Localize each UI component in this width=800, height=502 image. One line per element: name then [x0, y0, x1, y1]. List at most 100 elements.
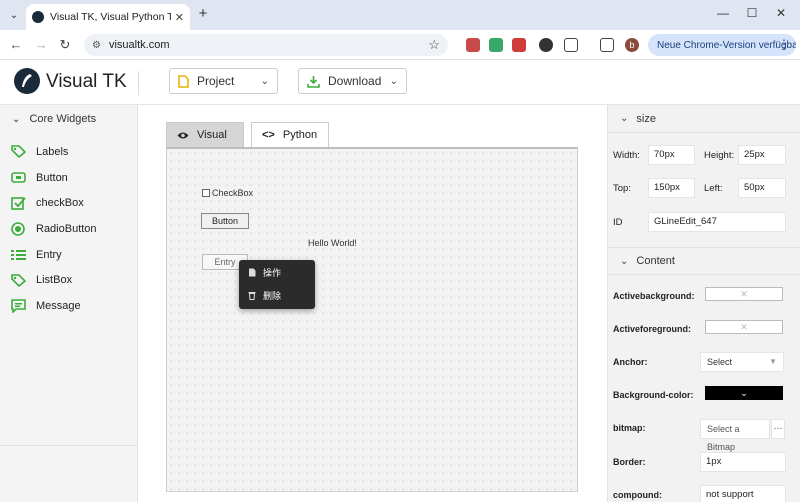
address-bar[interactable]: ⚙ visualtk.com ☆ — [84, 34, 448, 56]
tab-label: Visual — [197, 129, 227, 141]
sidebar-item-label: RadioButton — [36, 222, 97, 235]
content-section-header[interactable]: ⌄ Content — [608, 247, 800, 275]
sidebar-item-message[interactable]: Message — [10, 293, 97, 319]
radio-icon — [10, 222, 26, 236]
sidebar-item-entry[interactable]: Entry — [10, 242, 97, 268]
file-icon — [178, 74, 189, 88]
activebackground-color-picker[interactable]: ✕ — [705, 287, 783, 301]
back-icon[interactable]: ← — [7, 36, 25, 54]
visualtk-logo-icon — [14, 68, 40, 94]
tab-label: Python — [282, 129, 318, 141]
top-input[interactable]: 150px — [648, 178, 695, 198]
forward-icon[interactable]: → — [32, 36, 50, 54]
chevron-down-icon: ⌄ — [260, 75, 269, 87]
chevron-down-icon: ⌄ — [620, 255, 629, 267]
context-menu-item-delete[interactable]: 删除 — [239, 285, 315, 306]
anchor-select[interactable]: Select ▼ — [700, 352, 784, 372]
background-color-picker[interactable]: ⌄ — [705, 386, 783, 400]
sidebar-item-button[interactable]: Button — [10, 165, 97, 191]
app-header: Visual TK Project ⌄ Download ⌄ — [0, 61, 800, 105]
browser-toolbar: ← → ↻ ⚙ visualtk.com ☆ b Neue Chrome-Ver… — [0, 30, 800, 60]
context-menu: 操作 删除 — [239, 260, 315, 309]
checkbox-widget-label: CheckBox — [212, 188, 254, 198]
side-panel-icon[interactable] — [600, 38, 614, 52]
maximize-icon[interactable]: ☐ — [744, 6, 760, 20]
canvas-button-widget[interactable]: Button — [201, 213, 249, 229]
tag-icon — [10, 273, 26, 287]
reload-icon[interactable]: ↻ — [56, 36, 74, 54]
context-menu-label: 删除 — [263, 291, 282, 301]
border-input[interactable]: 1px — [700, 452, 786, 472]
chevron-down-icon: ⌄ — [389, 75, 398, 87]
canvas-label-widget[interactable]: Hello World! — [308, 238, 357, 248]
tab-visual[interactable]: Visual — [166, 122, 244, 147]
design-canvas[interactable]: CheckBox Button Hello World! Entry 操作 删除 — [166, 147, 578, 492]
new-tab-icon[interactable]: + — [194, 5, 212, 23]
more-menu-icon[interactable]: ⋮ — [778, 37, 790, 51]
top-label: Top: — [613, 183, 631, 194]
anchor-label: Anchor: — [613, 357, 648, 367]
project-dropdown[interactable]: Project ⌄ — [169, 68, 278, 94]
extension-icon[interactable] — [539, 38, 553, 52]
tab-search-chevron-icon[interactable]: ⌄ — [4, 5, 24, 25]
extension-icon[interactable] — [512, 38, 526, 52]
bitmap-more-button[interactable]: ··· — [771, 419, 785, 439]
properties-panel: ⌄ size Width: 70px Height: 25px Top: 150… — [607, 105, 800, 502]
bitmap-input[interactable]: Select a Bitmap — [700, 419, 770, 452]
core-widgets-header[interactable]: ⌄ Core Widgets — [12, 113, 96, 125]
sidebar-item-checkbox[interactable]: checkBox — [10, 190, 97, 216]
download-label: Download — [328, 74, 382, 88]
size-section-header[interactable]: ⌄ size — [608, 105, 800, 133]
tab-close-icon[interactable]: ✕ — [175, 11, 184, 24]
list-icon — [10, 248, 26, 262]
extension-icon[interactable] — [466, 38, 480, 52]
id-label: ID — [613, 217, 623, 228]
profile-avatar[interactable]: b — [625, 38, 639, 52]
extension-icon[interactable] — [489, 38, 503, 52]
window-close-icon[interactable]: ✕ — [773, 6, 789, 20]
sidebar-item-label: Labels — [36, 145, 69, 158]
chevron-down-icon: ⌄ — [12, 114, 21, 125]
background-color-label: Background-color: — [613, 390, 694, 400]
project-label: Project — [197, 74, 235, 88]
sidebar-item-radiobutton[interactable]: RadioButton — [10, 216, 97, 242]
compound-input[interactable]: not support — [700, 485, 786, 502]
context-menu-item-operate[interactable]: 操作 — [239, 262, 315, 283]
activeforeground-label: Activeforeground: — [613, 324, 692, 334]
minimize-icon[interactable]: — — [715, 6, 731, 20]
extensions-puzzle-icon[interactable] — [564, 38, 578, 52]
sidebar-item-label: ListBox — [36, 274, 73, 287]
browser-tab-title: Visual TK, Visual Python Tkinter — [50, 11, 171, 23]
site-settings-icon[interactable]: ⚙ — [92, 40, 101, 51]
download-dropdown[interactable]: Download ⌄ — [298, 68, 407, 94]
canvas-checkbox-widget[interactable]: CheckBox — [202, 188, 253, 198]
widgets-sidebar: ⌄ Core Widgets Labels Button checkBox Ra… — [0, 105, 138, 502]
id-input[interactable]: GLineEdit_647 — [648, 212, 786, 232]
browser-tab[interactable]: Visual TK, Visual Python Tkinter ✕ — [26, 4, 190, 30]
sidebar-item-labels[interactable]: Labels — [10, 139, 97, 165]
compound-label: compound: — [613, 490, 662, 500]
sidebar-item-listbox[interactable]: ListBox — [10, 267, 97, 293]
header-divider — [138, 71, 139, 95]
button-icon — [10, 171, 26, 185]
width-input[interactable]: 70px — [648, 145, 695, 165]
visualtk-favicon-icon — [32, 11, 44, 23]
border-label: Border: — [613, 457, 646, 467]
chrome-update-button[interactable]: Neue Chrome-Version verfügbar ⋮ — [648, 34, 796, 56]
anchor-select-value: Select — [707, 357, 733, 367]
height-input[interactable]: 25px — [738, 145, 786, 165]
left-input[interactable]: 50px — [738, 178, 786, 198]
checkbox-box[interactable] — [202, 189, 210, 197]
sidebar-item-label: checkBox — [36, 197, 84, 210]
trash-icon — [248, 291, 256, 300]
size-section-title: size — [636, 112, 656, 125]
main-editor: Visual <> Python CheckBox Button Hello W… — [139, 105, 607, 502]
tab-python[interactable]: <> Python — [251, 122, 329, 147]
left-label: Left: — [704, 183, 723, 194]
bookmark-star-icon[interactable]: ☆ — [428, 37, 440, 53]
activeforeground-color-picker[interactable]: ✕ — [705, 320, 783, 334]
chevron-down-icon: ⌄ — [620, 113, 629, 124]
sidebar-divider — [0, 445, 138, 446]
content-section-title: Content — [636, 255, 675, 267]
browser-tab-strip: ⌄ Visual TK, Visual Python Tkinter ✕ + —… — [0, 0, 800, 30]
